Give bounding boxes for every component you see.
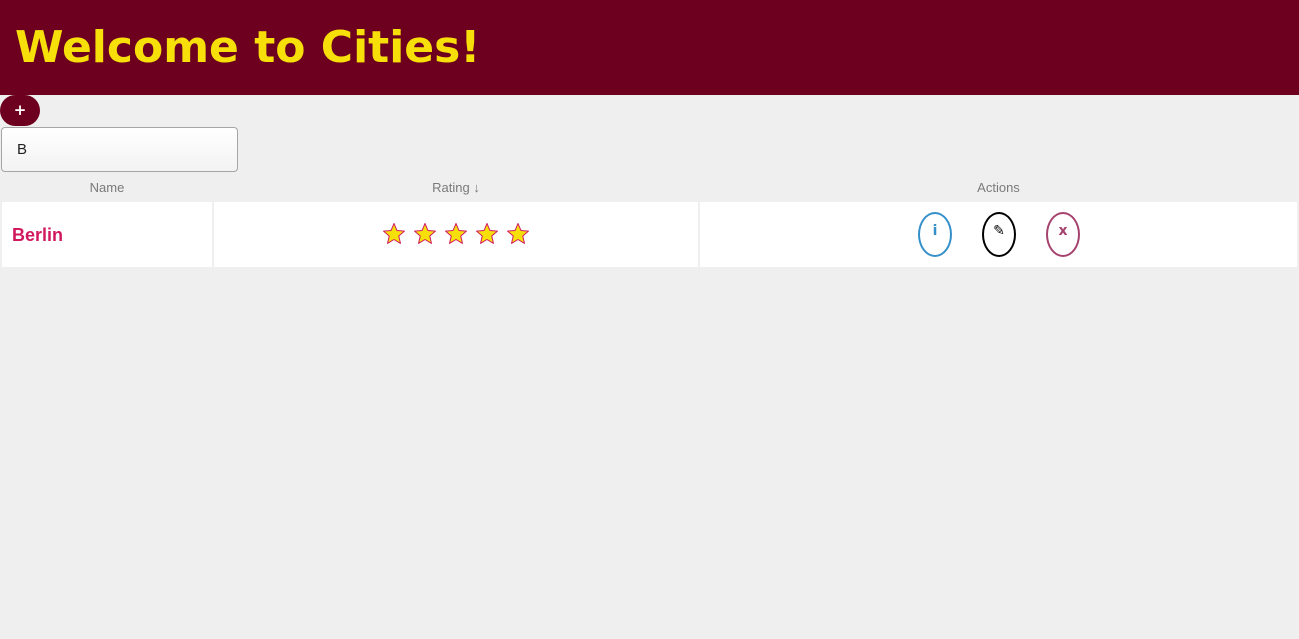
column-header-name[interactable]: Name: [2, 180, 212, 196]
star-icon[interactable]: [382, 222, 406, 246]
column-header-actions: Actions: [977, 180, 1020, 195]
close-icon: x: [1058, 223, 1068, 239]
city-name-link[interactable]: Berlin: [12, 224, 63, 246]
star-icon[interactable]: [506, 222, 530, 246]
star-rating: [214, 222, 698, 248]
delete-button[interactable]: x: [1046, 212, 1080, 257]
info-button[interactable]: i: [918, 212, 952, 257]
page-title: Welcome to Cities!: [15, 22, 481, 73]
star-icon[interactable]: [444, 222, 468, 246]
info-icon: i: [932, 223, 938, 239]
table-row-rating-cell: [214, 202, 698, 267]
edit-button[interactable]: ✎: [982, 212, 1016, 257]
star-icon[interactable]: [475, 222, 499, 246]
search-input[interactable]: [1, 127, 238, 172]
add-city-button[interactable]: +: [0, 95, 40, 126]
pencil-icon: ✎: [993, 223, 1005, 239]
table-row-actions-cell: i ✎ x: [700, 202, 1297, 267]
star-icon[interactable]: [413, 222, 437, 246]
table-row-name-cell: Berlin: [2, 202, 212, 267]
column-header-rating[interactable]: Rating ↓: [214, 180, 698, 196]
page-header: Welcome to Cities!: [0, 0, 1299, 95]
